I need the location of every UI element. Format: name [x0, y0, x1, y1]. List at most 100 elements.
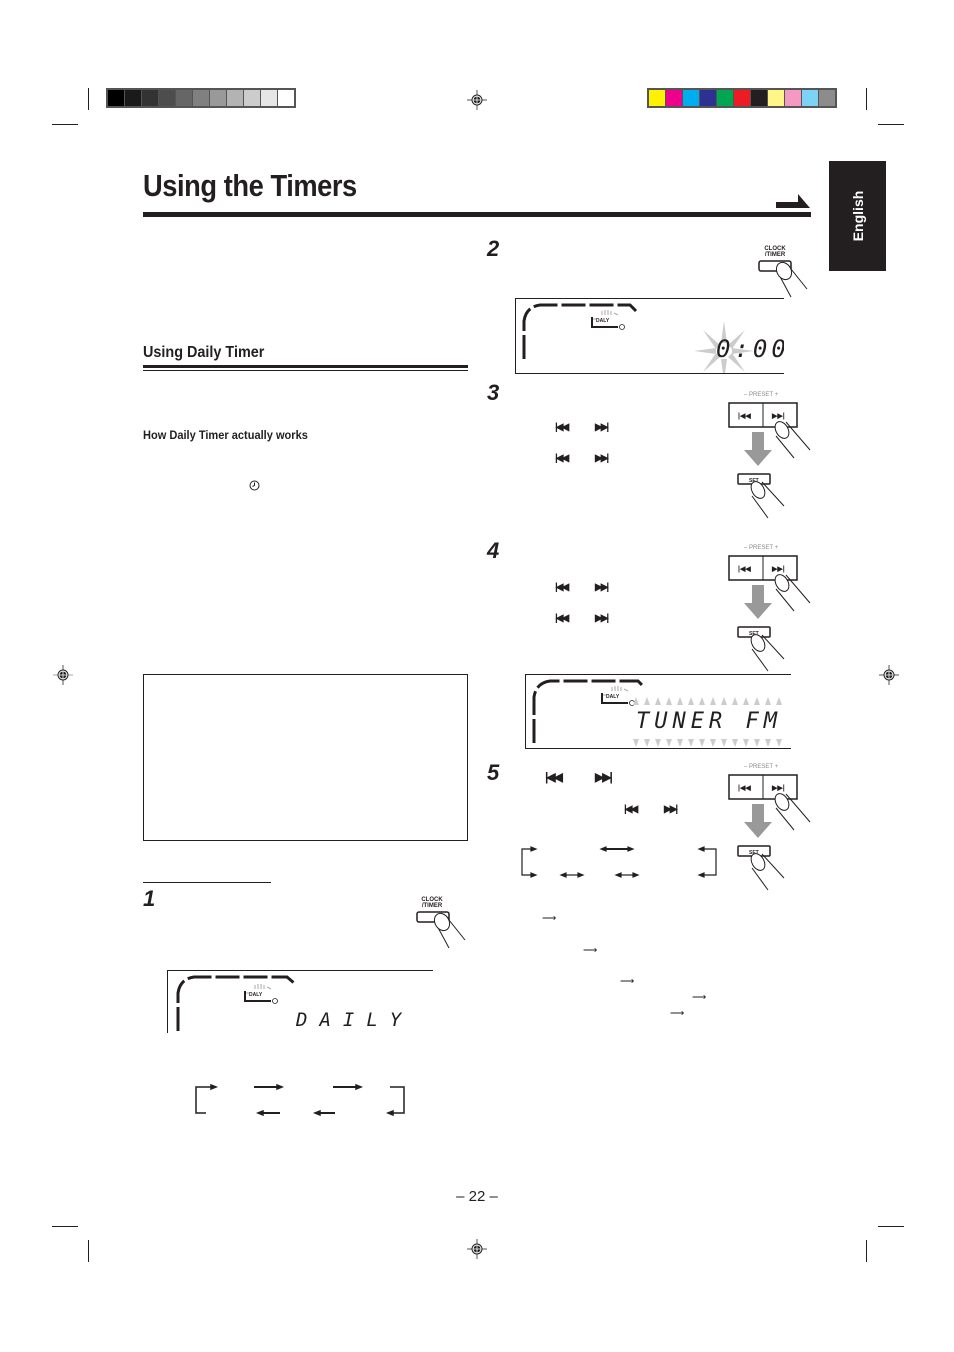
daily-indicator-icon: DALY [244, 984, 278, 1004]
gray-swatch [108, 90, 124, 106]
subheading: How Daily Timer actually works [143, 428, 308, 442]
clock-timer-button-label: CLOCK/TIMER [764, 246, 786, 258]
color-swatch [802, 90, 818, 106]
preset-buttons[interactable]: |◀◀ ▶▶| SET [728, 555, 813, 675]
clock-timer-icon [249, 480, 260, 491]
arrow-right-icon: ⟶ [583, 945, 598, 956]
registration-target-icon [53, 665, 73, 685]
crop-mark [878, 124, 904, 125]
gray-swatch [227, 90, 243, 106]
color-swatch [785, 90, 801, 106]
crop-mark [878, 1226, 904, 1227]
section-rule [143, 370, 468, 371]
color-swatch [819, 90, 835, 106]
crop-mark [88, 88, 89, 110]
mode-cycle-diagram [195, 1083, 405, 1117]
gray-swatch [159, 90, 175, 106]
prev-skip-icon: |◀◀ [555, 453, 569, 464]
step-number: 2 [487, 236, 500, 261]
color-registration-bar [647, 88, 837, 108]
crop-mark [866, 1240, 867, 1262]
preset-buttons[interactable]: |◀◀ ▶▶| SET [728, 402, 813, 522]
next-skip-icon: ▶▶| [595, 453, 609, 464]
clock-timer-button-label: CLOCK/TIMER [421, 897, 443, 909]
clock-timer-button[interactable] [415, 910, 470, 950]
color-swatch [700, 90, 716, 106]
step-divider [143, 882, 271, 883]
display-arc [522, 303, 638, 359]
display-readout: DAILY [296, 1009, 414, 1031]
section-heading: Using Daily Timer [143, 344, 265, 361]
gray-swatch [210, 90, 226, 106]
color-swatch [717, 90, 733, 106]
page-number: – 22 – [456, 1188, 498, 1205]
registration-target-icon [879, 665, 899, 685]
gray-swatch [278, 90, 294, 106]
prev-skip-icon: |◀◀ [555, 582, 569, 593]
language-tab-label: English [849, 190, 866, 242]
daily-indicator-icon: DALY [591, 310, 625, 330]
preset-label: – PRESET + [744, 392, 779, 398]
gray-swatch [176, 90, 192, 106]
color-swatch [649, 90, 665, 106]
display-readout: TUNER FM [636, 709, 782, 734]
display-panel: DALY TUNER FM [525, 674, 791, 749]
next-skip-icon: ▶▶| [595, 770, 613, 784]
language-tab: English [829, 161, 886, 271]
gray-swatch [125, 90, 141, 106]
gray-swatch [244, 90, 260, 106]
crop-mark [52, 124, 78, 125]
registration-target-icon [467, 90, 487, 110]
prev-skip-icon: |◀◀ [555, 613, 569, 624]
clock-timer-button[interactable] [757, 259, 812, 299]
preset-label: – PRESET + [744, 545, 779, 551]
daily-indicator-label: DALY [249, 992, 263, 998]
page-title: Using the Timers [143, 168, 357, 203]
title-rule [143, 212, 811, 217]
crop-mark [88, 1240, 89, 1262]
color-swatch [768, 90, 784, 106]
arrow-right-icon: ⟶ [692, 992, 707, 1003]
color-swatch [751, 90, 767, 106]
svg-text:|◀◀: |◀◀ [738, 566, 751, 573]
display-arc [176, 975, 295, 1031]
next-skip-icon: ▶▶| [664, 804, 678, 815]
gray-swatch [142, 90, 158, 106]
display-panel: DALY 0:00 [515, 298, 784, 374]
crop-mark [52, 1226, 78, 1227]
next-skip-icon: ▶▶| [595, 582, 609, 593]
next-skip-icon: ▶▶| [595, 613, 609, 624]
daily-indicator-label: DALY [596, 318, 610, 324]
section-rule [143, 365, 468, 368]
next-skip-icon: ▶▶| [595, 422, 609, 433]
gray-swatch [261, 90, 277, 106]
prev-skip-icon: |◀◀ [545, 770, 563, 784]
step-number: 3 [487, 380, 500, 405]
svg-text:▶▶|: ▶▶| [771, 413, 785, 420]
color-swatch [666, 90, 682, 106]
svg-text:|◀◀: |◀◀ [738, 413, 751, 420]
color-swatch [683, 90, 699, 106]
svg-text:|◀◀: |◀◀ [738, 785, 751, 792]
prev-skip-icon: |◀◀ [555, 422, 569, 433]
step-number: 5 [487, 760, 500, 785]
svg-text:▶▶|: ▶▶| [771, 785, 785, 792]
display-panel: DALY DAILY [167, 970, 433, 1033]
preset-buttons[interactable]: |◀◀ ▶▶| SET [728, 774, 813, 894]
step-number: 4 [487, 538, 500, 563]
arrow-right-icon: ⟶ [542, 913, 557, 924]
color-swatch [734, 90, 750, 106]
arrow-right-icon: ⟶ [670, 1008, 685, 1019]
preset-label: – PRESET + [744, 764, 779, 770]
source-cycle-diagram [521, 846, 717, 878]
gray-registration-bar [106, 88, 296, 108]
crop-mark [866, 88, 867, 110]
arrow-right-icon: ⟶ [620, 976, 635, 987]
display-readout: 0:00 [716, 335, 784, 363]
gray-swatch [193, 90, 209, 106]
note-box [143, 674, 468, 841]
continue-arrow-icon [776, 194, 810, 208]
svg-text:▶▶|: ▶▶| [771, 566, 785, 573]
prev-skip-icon: |◀◀ [624, 804, 638, 815]
step-number: 1 [143, 886, 156, 911]
